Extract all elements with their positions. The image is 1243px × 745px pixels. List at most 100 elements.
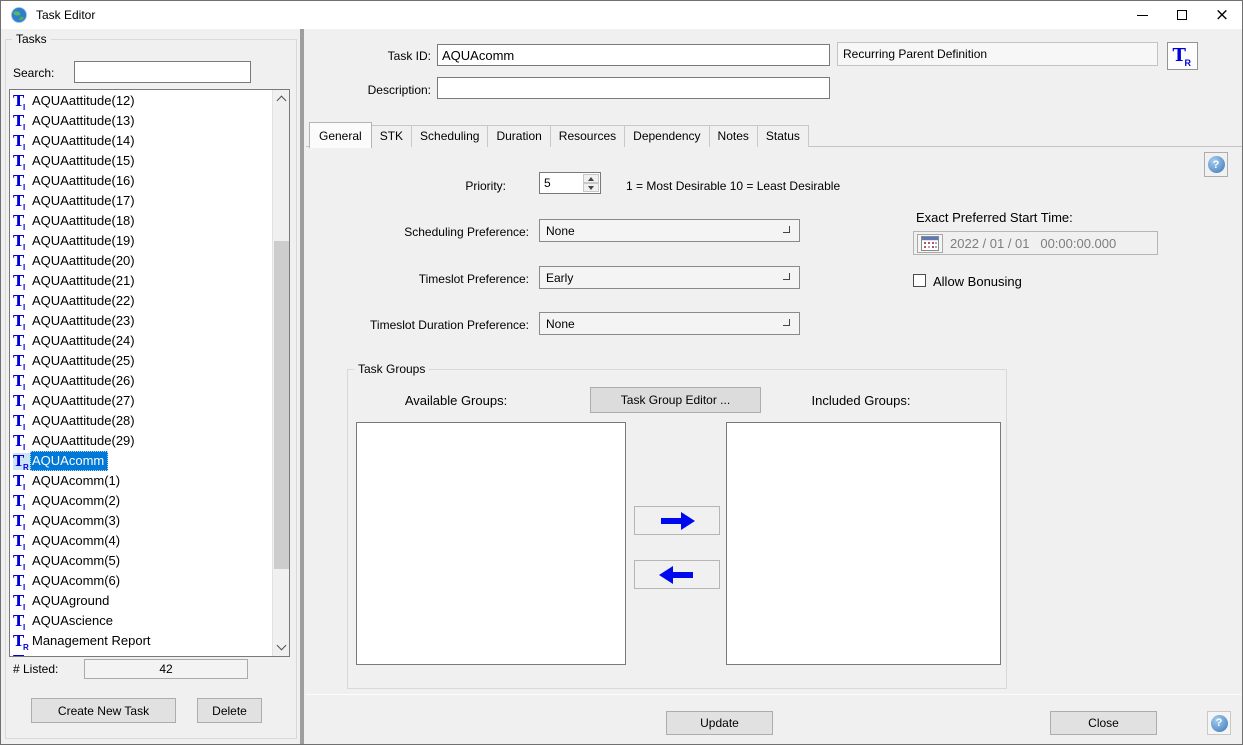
task-list-item-label: AQUAattitude(29) — [30, 431, 139, 451]
task-instance-icon: TI — [13, 313, 30, 330]
task-list-item[interactable]: TRManagement Report — [10, 631, 272, 651]
scrollbar-down-button[interactable] — [273, 639, 290, 656]
task-list-item[interactable]: TIAQUAattitude(26) — [10, 371, 272, 391]
close-button[interactable]: Close — [1050, 711, 1157, 735]
tab-duration[interactable]: Duration — [487, 125, 550, 147]
task-recurring-icon: TR — [13, 453, 30, 470]
task-list-item[interactable]: TIAQUAground — [10, 591, 272, 611]
description-label: Description: — [331, 83, 431, 97]
tab-dependency[interactable]: Dependency — [624, 125, 709, 147]
task-list-item[interactable]: TIAQUAcomm(5) — [10, 551, 272, 571]
task-list-item[interactable]: TRAQUAcomm — [10, 451, 272, 471]
task-list-item[interactable]: TIAQUAcomm(1) — [10, 471, 272, 491]
timeslot-duration-preference-label: Timeslot Duration Preference: — [331, 318, 529, 332]
task-list-item[interactable]: TIAQUAattitude(17) — [10, 191, 272, 211]
description-field[interactable] — [437, 77, 830, 99]
spinner-down-button[interactable] — [583, 183, 599, 192]
allow-bonusing-checkbox[interactable] — [913, 274, 926, 287]
maximize-button[interactable] — [1162, 1, 1202, 29]
task-list-item-label: AQUAattitude(17) — [30, 191, 139, 211]
recurring-task-button[interactable]: TR — [1167, 42, 1198, 70]
task-list-item-label: AQUAattitude(16) — [30, 171, 139, 191]
task-list-item[interactable]: TIAQUAattitude(25) — [10, 351, 272, 371]
task-list-item-label: AQUAcomm(3) — [30, 511, 124, 531]
minimize-button[interactable] — [1122, 1, 1162, 29]
task-list-item[interactable]: TIAQUAattitude(15) — [10, 151, 272, 171]
create-new-task-button[interactable]: Create New Task — [31, 698, 176, 723]
task-list-item-label: AQUAattitude(14) — [30, 131, 139, 151]
task-instance-icon: TI — [13, 433, 30, 450]
task-list-item[interactable]: TIAQUAattitude(23) — [10, 311, 272, 331]
included-groups-list[interactable] — [726, 422, 1001, 665]
task-list-item[interactable]: TIAQUAattitude(20) — [10, 251, 272, 271]
chevron-down-icon — [783, 226, 790, 233]
task-list-item[interactable]: TI — [10, 651, 272, 656]
task-list-item[interactable]: TIAQUAattitude(16) — [10, 171, 272, 191]
tab-general[interactable]: General — [309, 122, 372, 148]
task-list-item[interactable]: TIAQUAcomm(2) — [10, 491, 272, 511]
task-list-item[interactable]: TIAQUAattitude(12) — [10, 91, 272, 111]
close-window-button[interactable]: × — [1202, 1, 1242, 29]
timeslot-duration-preference-select[interactable]: None — [539, 312, 800, 335]
delete-button[interactable]: Delete — [197, 698, 262, 723]
task-list-item-label: AQUAattitude(22) — [30, 291, 139, 311]
task-list-item[interactable]: TIAQUAcomm(6) — [10, 571, 272, 591]
search-label: Search: — [13, 66, 54, 80]
task-instance-icon: TI — [13, 513, 30, 530]
timeslot-preference-select[interactable]: Early — [539, 266, 800, 289]
tab-stk[interactable]: STK — [371, 125, 412, 147]
priority-hint: 1 = Most Desirable 10 = Least Desirable — [626, 179, 840, 193]
move-left-button[interactable] — [634, 560, 720, 589]
tab-resources[interactable]: Resources — [550, 125, 625, 147]
close-icon: × — [1215, 7, 1229, 24]
tab-strip: GeneralSTKSchedulingDurationResourcesDep… — [309, 123, 808, 147]
tab-status[interactable]: Status — [757, 125, 809, 147]
task-list[interactable]: TIAQUAattitude(12)TIAQUAattitude(13)TIAQ… — [9, 89, 290, 657]
task-list-item[interactable]: TIAQUAattitude(22) — [10, 291, 272, 311]
update-button[interactable]: Update — [666, 711, 773, 735]
search-input[interactable] — [74, 61, 251, 83]
move-right-button[interactable] — [634, 506, 720, 535]
calendar-button[interactable] — [917, 234, 943, 253]
task-list-item[interactable]: TIAQUAattitude(21) — [10, 271, 272, 291]
task-list-item-label: AQUAattitude(25) — [30, 351, 139, 371]
task-list-item[interactable]: TIAQUAattitude(14) — [10, 131, 272, 151]
start-time-value: 2022 / 01 / 01 00:00:00.000 — [950, 236, 1116, 251]
task-list-item[interactable]: TIAQUAattitude(29) — [10, 431, 272, 451]
help-button-top[interactable]: ? — [1204, 152, 1228, 177]
scrollbar-up-button[interactable] — [273, 90, 290, 107]
allow-bonusing-label: Allow Bonusing — [933, 274, 1022, 289]
task-instance-icon: TI — [13, 233, 30, 250]
maximize-icon — [1177, 10, 1187, 20]
help-button-bottom[interactable]: ? — [1207, 711, 1231, 735]
task-instance-icon: TI — [13, 553, 30, 570]
help-icon: ? — [1211, 715, 1228, 732]
priority-spinner[interactable]: 5 — [539, 172, 601, 194]
task-list-item[interactable]: TIAQUAattitude(13) — [10, 111, 272, 131]
task-list-item[interactable]: TIAQUAcomm(3) — [10, 511, 272, 531]
scrollbar-thumb[interactable] — [274, 241, 289, 569]
scheduling-preference-select[interactable]: None — [539, 219, 800, 242]
task-list-item[interactable]: TIAQUAcomm(4) — [10, 531, 272, 551]
task-list-item-label: AQUAcomm(2) — [30, 491, 124, 511]
task-list-item-label: AQUAattitude(18) — [30, 211, 139, 231]
task-id-field[interactable] — [437, 44, 830, 66]
task-list-item[interactable]: TIAQUAattitude(19) — [10, 231, 272, 251]
spinner-up-button[interactable] — [583, 174, 599, 183]
listed-label: # Listed: — [13, 662, 58, 676]
available-groups-list[interactable] — [356, 422, 626, 665]
task-list-item-label: AQUAground — [30, 591, 113, 611]
panel-splitter[interactable] — [300, 29, 304, 745]
task-list-item[interactable]: TIAQUAattitude(27) — [10, 391, 272, 411]
task-list-item[interactable]: TIAQUAattitude(28) — [10, 411, 272, 431]
tab-scheduling[interactable]: Scheduling — [411, 125, 488, 147]
chevron-up-icon — [277, 96, 287, 106]
tab-notes[interactable]: Notes — [709, 125, 758, 147]
task-list-item-label: AQUAattitude(19) — [30, 231, 139, 251]
task-list-item[interactable]: TIAQUAattitude(18) — [10, 211, 272, 231]
task-list-item[interactable]: TIAQUAscience — [10, 611, 272, 631]
tasks-group-label: Tasks — [12, 32, 51, 46]
task-list-scrollbar[interactable] — [272, 90, 289, 656]
task-group-editor-button[interactable]: Task Group Editor ... — [590, 387, 761, 413]
task-list-item[interactable]: TIAQUAattitude(24) — [10, 331, 272, 351]
